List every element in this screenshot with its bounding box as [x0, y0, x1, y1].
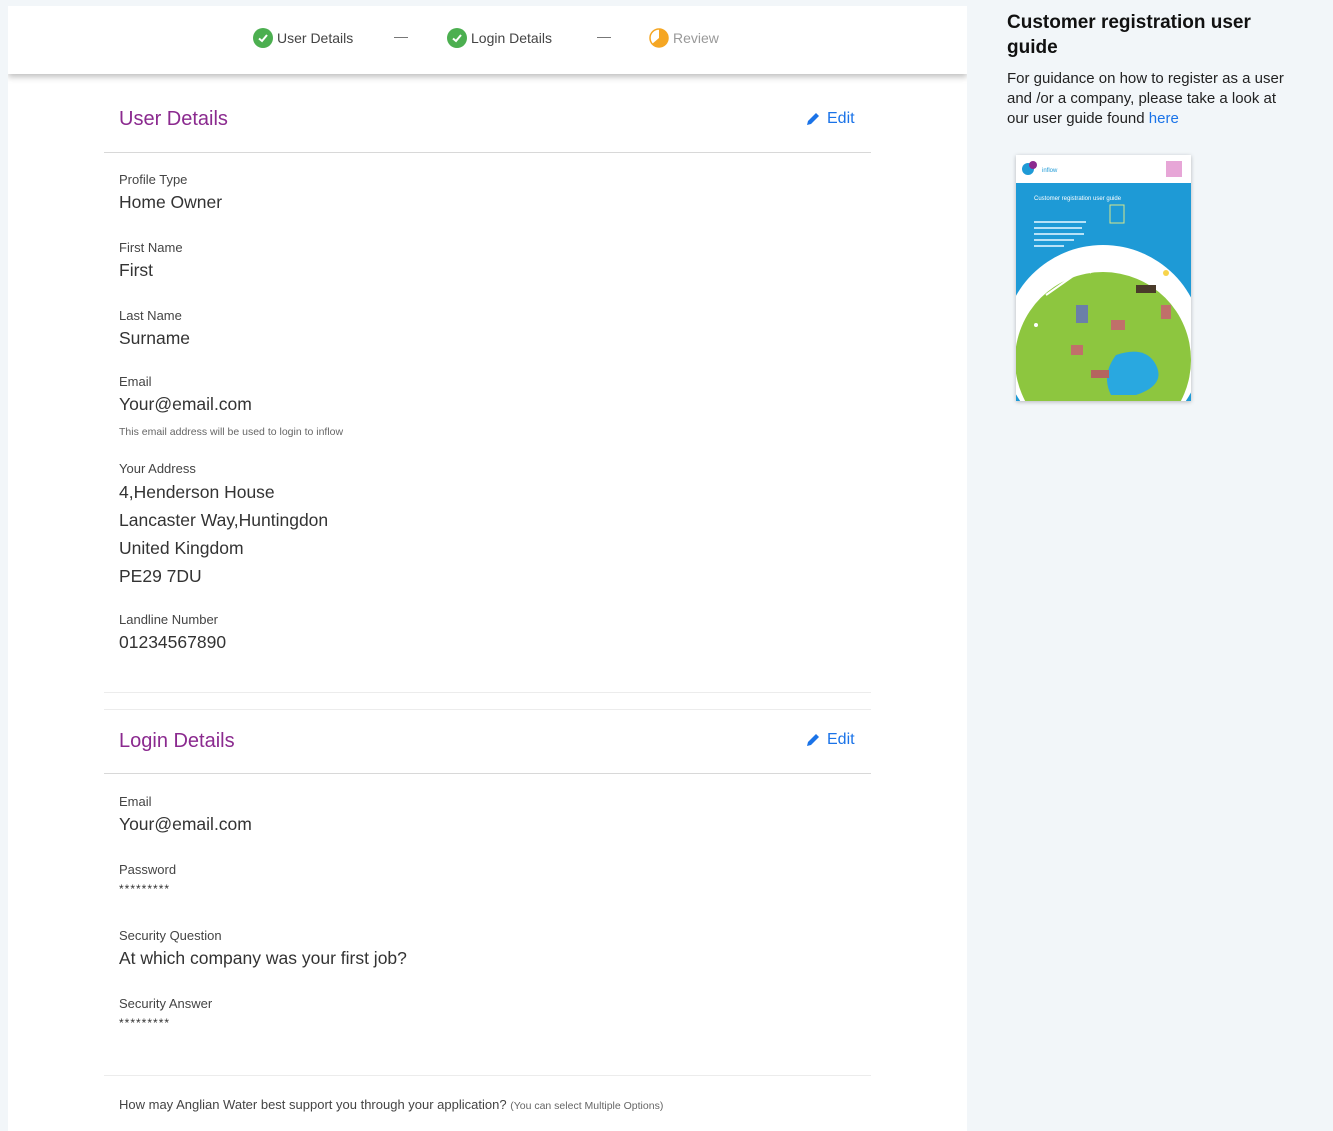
- guide-link[interactable]: here: [1149, 110, 1179, 127]
- security-answer-label: Security Answer: [119, 996, 213, 1011]
- pencil-icon: [807, 734, 819, 746]
- landline-label: Landline Number: [119, 612, 219, 627]
- edit-login-details-button[interactable]: Edit: [805, 731, 855, 749]
- in-progress-icon: [649, 28, 669, 48]
- address-line: Lancaster Way,Huntingdon: [119, 510, 329, 530]
- check-circle-icon: [253, 28, 273, 48]
- step-review[interactable]: Review: [649, 28, 719, 48]
- section-divider: [104, 709, 871, 710]
- profile-type-value: Home Owner: [119, 192, 223, 212]
- step-separator: [394, 37, 408, 38]
- guide-cover-illustration: inflow Customer registration user guide: [1016, 155, 1191, 401]
- last-name-label: Last Name: [119, 308, 182, 323]
- guide-thumb-brand: inflow: [1042, 168, 1058, 174]
- support-question-note: (You can select Multiple Options): [510, 1100, 664, 1112]
- first-name-label: First Name: [119, 240, 183, 255]
- email-label: Email: [119, 374, 152, 389]
- security-answer-value: *********: [119, 1016, 171, 1030]
- user-details-title: User Details: [119, 108, 228, 130]
- security-question-label: Security Question: [119, 928, 222, 943]
- user-guide-thumbnail[interactable]: inflow Customer registration user guide: [1016, 155, 1191, 401]
- user-guide-panel: Customer registration user guide For gui…: [1007, 10, 1307, 129]
- password-label: Password: [119, 862, 177, 877]
- address-line: PE29 7DU: [119, 566, 202, 586]
- profile-type-label: Profile Type: [119, 172, 188, 187]
- guide-thumb-title: Customer registration user guide: [1034, 196, 1122, 202]
- guide-title: Customer registration user guide: [1007, 12, 1251, 58]
- last-name-value: Surname: [119, 328, 191, 348]
- pencil-icon: [807, 113, 819, 125]
- guide-description: For guidance on how to register as a use…: [1007, 70, 1284, 127]
- edit-label: Edit: [827, 731, 855, 748]
- step-user-details[interactable]: User Details: [253, 28, 353, 48]
- email-value: Your@email.com: [119, 394, 252, 414]
- progress-stepper: User Details Login Details Review: [8, 6, 967, 74]
- address-label: Your Address: [119, 461, 196, 476]
- section-divider: [104, 773, 871, 774]
- login-email-label: Email: [119, 794, 152, 809]
- step-label: Login Details: [471, 30, 552, 46]
- step-separator: [597, 37, 611, 38]
- edit-label: Edit: [827, 110, 855, 127]
- password-value: *********: [119, 882, 171, 896]
- landline-value: 01234567890: [119, 632, 227, 652]
- check-circle-icon: [447, 28, 467, 48]
- support-question: How may Anglian Water best support you t…: [119, 1097, 663, 1112]
- address-line: United Kingdom: [119, 538, 244, 558]
- step-label: Review: [673, 30, 719, 46]
- review-panel: User Details Login Details Review User D…: [8, 6, 967, 1131]
- section-divider: [104, 692, 871, 693]
- edit-user-details-button[interactable]: Edit: [805, 110, 855, 128]
- section-divider: [104, 1075, 871, 1076]
- login-email-value: Your@email.com: [119, 814, 252, 834]
- security-question-value: At which company was your first job?: [119, 948, 407, 968]
- support-question-text: How may Anglian Water best support you t…: [119, 1097, 507, 1112]
- section-divider: [104, 152, 871, 153]
- step-label: User Details: [277, 30, 354, 46]
- first-name-value: First: [119, 260, 154, 280]
- address-line: 4,Henderson House: [119, 482, 275, 502]
- login-details-title: Login Details: [119, 730, 235, 752]
- guide-text: For guidance on how to register as a use…: [1007, 69, 1297, 129]
- step-login-details[interactable]: Login Details: [447, 28, 552, 48]
- email-hint: This email address will be used to login…: [119, 426, 344, 438]
